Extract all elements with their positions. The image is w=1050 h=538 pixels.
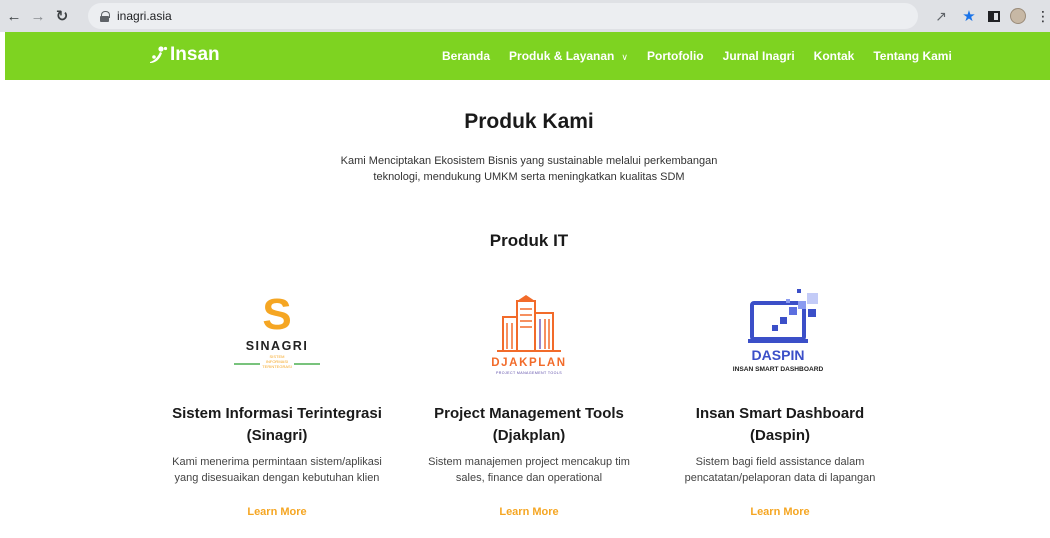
nav-produk-layanan[interactable]: Produk & Layanan ∨ (509, 49, 628, 63)
product-desc-line-2: sales, finance dan operational (455, 472, 603, 484)
learn-more-link[interactable]: Learn More (399, 506, 659, 518)
browser-toolbar: ← → ↻ inagri.asia ↗ ★ ⋮ (0, 0, 1050, 32)
daspin-logo: DASPIN INSAN SMART DASHBOARD (650, 280, 910, 385)
product-title: Sistem Informasi Terintegrasi (Sinagri) (147, 403, 407, 447)
site-header: Insan Beranda Produk & Layanan ∨ Portofol… (5, 32, 1050, 80)
product-card-sinagri: S SINAGRI SISTEM INFORMASI TERINTEGRASI … (147, 280, 407, 519)
product-desc-line-2: yang disesuaikan dengan kebutuhan klien (174, 472, 380, 484)
sinagri-logo-name: SINAGRI (246, 339, 309, 353)
nav-kontak[interactable]: Kontak (814, 49, 855, 63)
profile-avatar[interactable] (1010, 8, 1026, 24)
chevron-down-icon: ∨ (621, 52, 628, 62)
daspin-logo-image: DASPIN INSAN SMART DASHBOARD (733, 288, 824, 373)
subtitle-line-2: teknologi, mendukung UMKM serta meningka… (373, 171, 685, 183)
subtitle-line-1: Kami Menciptakan Ekosistem Bisnis yang s… (340, 155, 718, 167)
page-title: Produk Kami (464, 110, 594, 133)
nav-tentang-kami[interactable]: Tentang Kami (873, 49, 951, 63)
product-description: Sistem bagi field assistance dalam penca… (650, 454, 910, 486)
address-bar[interactable]: inagri.asia (88, 3, 918, 29)
product-title-line-2: (Djakplan) (492, 427, 566, 444)
section-title: Produk IT (489, 231, 569, 250)
lock-icon[interactable] (100, 10, 110, 22)
djakplan-logo-tag: PROJECT MANAGEMENT TOOLS (496, 371, 562, 375)
learn-more-link[interactable]: Learn More (147, 506, 407, 518)
nav-portofolio[interactable]: Portofolio (647, 49, 704, 63)
forward-icon[interactable]: → (28, 6, 48, 26)
nav-produk-label: Produk & Layanan (509, 49, 615, 63)
daspin-logo-name: DASPIN (752, 347, 805, 363)
bookmark-star-icon[interactable]: ★ (960, 7, 978, 25)
side-panel-icon[interactable] (988, 10, 1000, 22)
nav-jurnal-inagri[interactable]: Jurnal Inagri (723, 49, 795, 63)
product-description: Kami menerima permintaan sistem/aplikasi… (147, 454, 407, 486)
address-url: inagri.asia (117, 9, 172, 23)
sinagri-logo-tag-3: TERINTEGRASI (262, 364, 292, 369)
share-icon[interactable]: ↗ (932, 8, 950, 25)
product-desc-line-1: Kami menerima permintaan sistem/aplikasi (172, 456, 382, 468)
product-title: Insan Smart Dashboard (Daspin) (650, 403, 910, 447)
sinagri-logo: S SINAGRI SISTEM INFORMASI TERINTEGRASI (147, 280, 407, 385)
product-desc-line-1: Sistem bagi field assistance dalam (695, 456, 865, 468)
product-title-line-2: (Sinagri) (246, 427, 308, 444)
product-title-line-1: Sistem Informasi Terintegrasi (172, 405, 382, 422)
browser-actions: ↗ ★ ⋮ (932, 0, 1050, 32)
learn-more-link[interactable]: Learn More (650, 506, 910, 518)
page-subtitle: Kami Menciptakan Ekosistem Bisnis yang s… (0, 153, 1050, 185)
product-title-line-1: Insan Smart Dashboard (695, 405, 865, 422)
nav-beranda[interactable]: Beranda (442, 49, 490, 63)
sinagri-logo-image: S SINAGRI SISTEM INFORMASI TERINTEGRASI (234, 290, 320, 369)
sinagri-logo-letter: S (262, 290, 291, 339)
djakplan-logo-image: DJAKPLAN PROJECT MANAGEMENT TOOLS (491, 294, 566, 375)
djakplan-logo: DJAKPLAN PROJECT MANAGEMENT TOOLS (399, 280, 659, 385)
product-title: Project Management Tools (Djakplan) (399, 403, 659, 447)
main-nav: Beranda Produk & Layanan ∨ Portofolio Jur… (442, 32, 952, 80)
daspin-logo-tag: INSAN SMART DASHBOARD (733, 366, 824, 373)
site-logo[interactable]: Insan (148, 44, 220, 66)
product-description: Sistem manajemen project mencakup tim sa… (399, 454, 659, 486)
product-card-djakplan: DJAKPLAN PROJECT MANAGEMENT TOOLS Projec… (399, 280, 659, 518)
product-desc-line-2: pencatatan/pelaporan data di lapangan (684, 472, 876, 484)
djakplan-logo-name: DJAKPLAN (491, 357, 566, 369)
product-title-line-1: Project Management Tools (434, 405, 624, 422)
product-title-line-2: (Daspin) (750, 427, 810, 444)
product-card-daspin: DASPIN INSAN SMART DASHBOARD Insan Smart… (650, 280, 910, 518)
logo-text: Insan (170, 44, 220, 65)
menu-kebab-icon[interactable]: ⋮ (1036, 8, 1050, 25)
reload-icon[interactable]: ↻ (52, 6, 72, 26)
logo-mark-icon (150, 46, 168, 63)
back-icon[interactable]: ← (4, 6, 24, 26)
product-desc-line-1: Sistem manajemen project mencakup tim (428, 456, 630, 468)
